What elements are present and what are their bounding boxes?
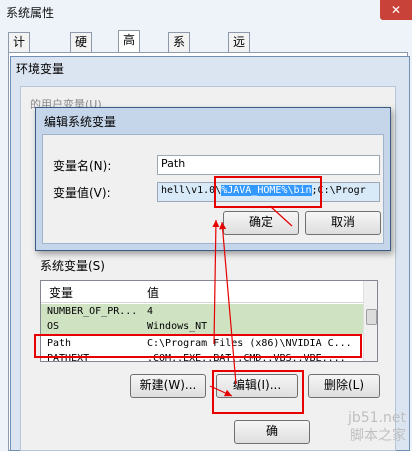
watermark-line2: 脚本之家 xyxy=(350,428,406,444)
watermark: jb51.net 脚本之家 xyxy=(348,409,406,445)
arrow-edit-to-dialog xyxy=(219,221,237,385)
arrow-path-to-dialog xyxy=(212,219,220,345)
arrow-ok-pointer xyxy=(269,205,293,227)
arrow-to-edit-button xyxy=(209,385,233,397)
annotation-arrows xyxy=(209,205,293,397)
watermark-line1: jb51.net xyxy=(347,410,406,426)
